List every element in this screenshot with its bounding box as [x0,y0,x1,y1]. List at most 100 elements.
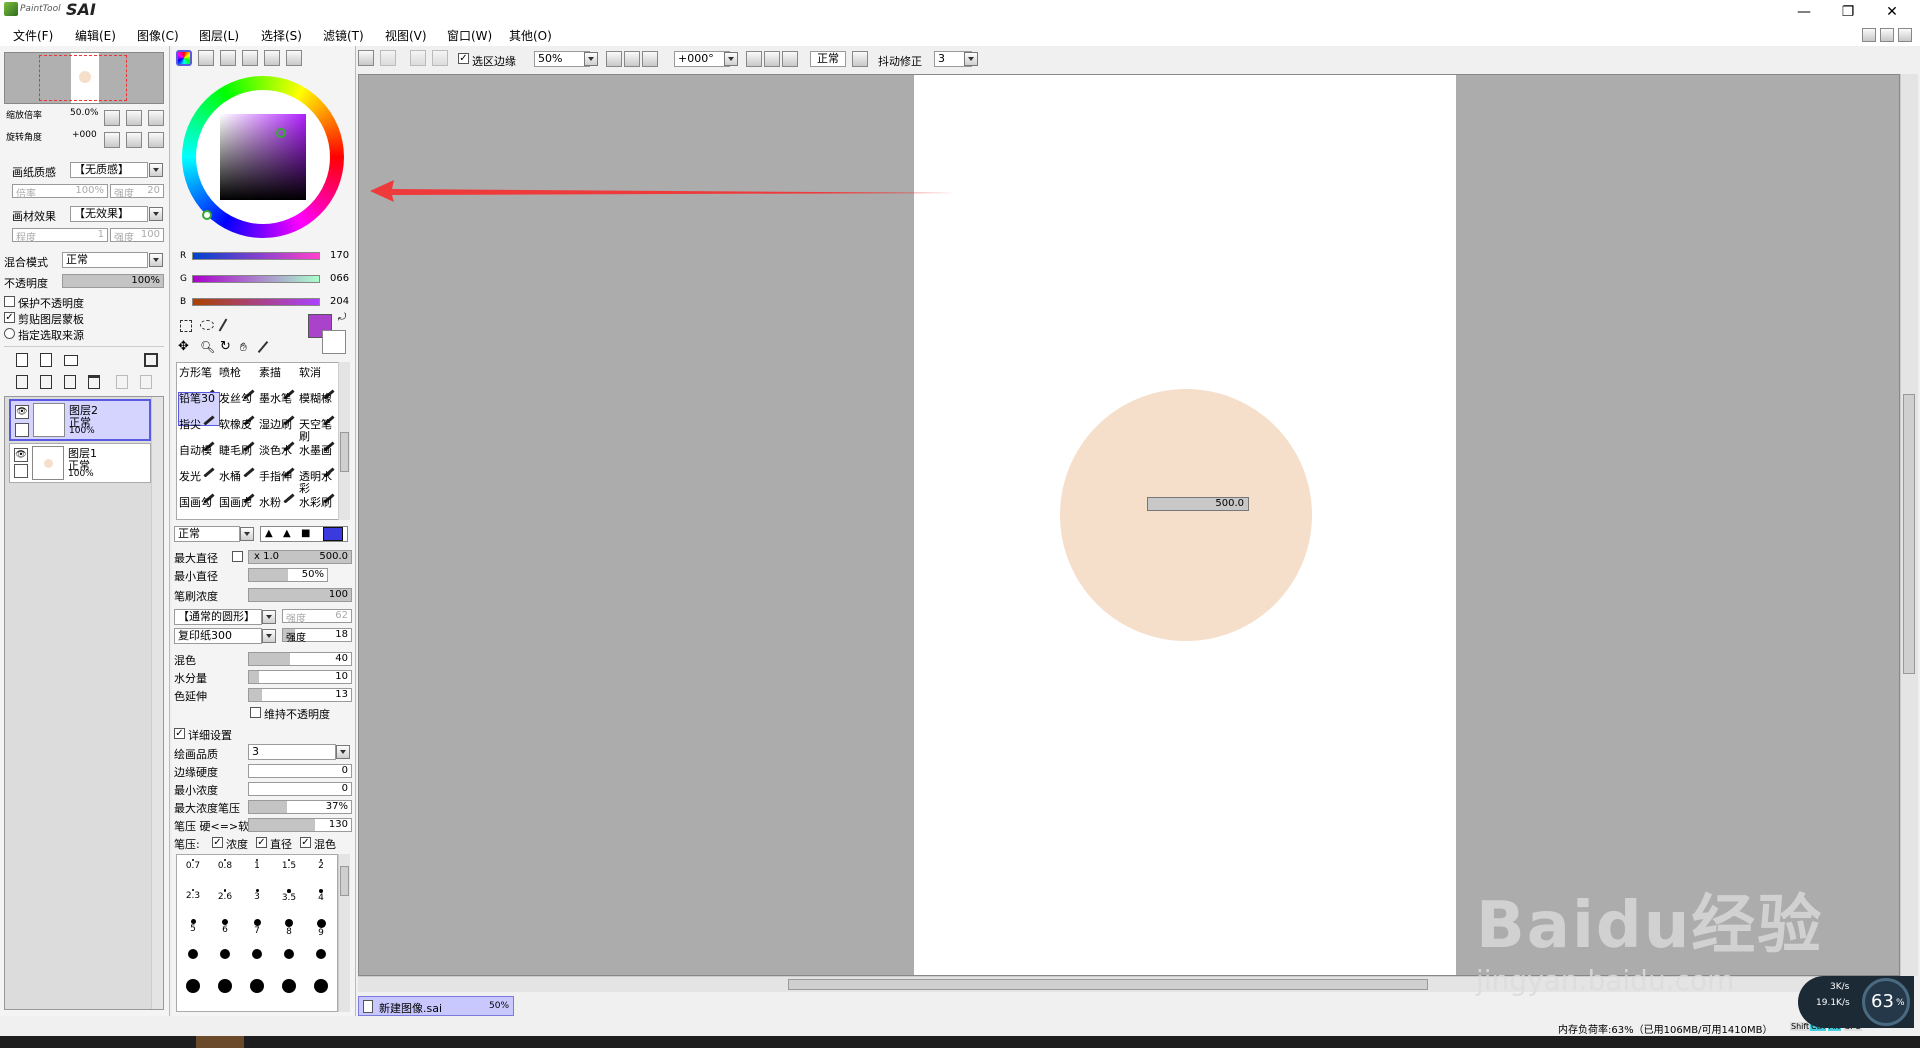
swatches-tab[interactable] [242,50,258,66]
shape-triangle-icon[interactable]: ▲ [265,528,273,539]
menu-select[interactable]: 选择(S) [261,27,302,44]
rotate-left-button[interactable] [104,132,120,148]
r-value[interactable]: 170 [330,250,349,261]
paper-texture-select[interactable]: 【无质感】 [70,162,148,178]
clip-group-checkbox[interactable]: ✓ [4,312,15,323]
layer-row[interactable]: 👁 图层1 正常 100% [9,443,151,483]
blend-slider[interactable]: 40 [248,652,352,666]
close-button[interactable]: ✕ [1872,2,1912,22]
eye-icon[interactable]: 👁 [15,405,29,419]
selection-source-radio[interactable] [4,328,15,339]
dot-size-cell[interactable] [177,949,209,973]
color-wheel-tab[interactable] [176,50,192,66]
dot-size-cell[interactable] [241,949,273,973]
dot-size-cell[interactable]: 5 [177,919,209,943]
eye-icon[interactable]: 👁 [14,448,28,462]
toolbar-zoom-reset-button[interactable] [642,51,658,67]
layer-list-scrollbar[interactable] [151,397,163,1009]
toolbar-zoom-in-button[interactable] [624,51,640,67]
brush-lock-icon[interactable] [14,464,28,478]
dot-size-cell[interactable]: 0.8 [209,859,241,883]
edge-hardness-slider[interactable]: 0 [248,764,352,778]
dot-size-scrollbar[interactable] [338,854,350,1012]
minimize-button[interactable]: — [1784,2,1824,22]
chevron-down-icon[interactable] [724,52,738,66]
min-size-slider[interactable]: 50% [248,568,328,582]
menu-other[interactable]: 其他(O) [509,27,552,44]
clear-layer-icon[interactable] [64,375,76,389]
quality-select[interactable]: 3 [248,744,336,760]
dot-size-cell[interactable]: 2.6 [209,889,241,913]
select-edge-checkbox[interactable]: ✓ [458,53,469,64]
dot-size-cell[interactable]: 4 [305,889,337,913]
rotate-cw-button[interactable] [764,51,780,67]
zoom-icon[interactable]: 🔍︎ [200,340,215,354]
dot-size-cell[interactable]: 2.3 [177,889,209,913]
merge-down-icon[interactable] [40,375,52,389]
zoom-in-button[interactable] [126,110,142,126]
chevron-down-icon[interactable] [262,629,276,643]
mdi-close-button[interactable] [1898,28,1912,42]
b-slider[interactable] [192,298,320,306]
dot-size-cell[interactable] [177,979,209,1003]
g-value[interactable]: 066 [330,273,349,284]
restore-button[interactable]: ❐ [1828,2,1868,22]
chevron-down-icon[interactable] [336,745,350,759]
hand-icon[interactable]: ✋︎ [240,340,254,354]
density-slider[interactable]: 100 [248,588,352,602]
dot-size-cell[interactable]: 6 [209,919,241,943]
rotate-reset-button[interactable] [782,51,798,67]
magic-wand-icon[interactable] [218,318,228,332]
b-value[interactable]: 204 [330,296,349,307]
chevron-down-icon[interactable] [584,52,598,66]
menu-filter[interactable]: 滤镜(T) [323,27,364,44]
mdi-minimize-button[interactable] [1862,28,1876,42]
dot-size-cell[interactable] [209,949,241,973]
brush-palette-scrollbar[interactable] [338,362,350,520]
lasso-icon[interactable] [200,320,214,330]
g-slider[interactable] [192,275,320,283]
shape-dome-icon[interactable]: ▲ [283,528,291,539]
menu-edit[interactable]: 编辑(E) [75,27,116,44]
brush-preset[interactable]: 水粉 [259,497,299,519]
zoom-out-button[interactable] [104,110,120,126]
angle-select[interactable]: +000° [674,51,730,67]
blend-mode-select[interactable]: 正常 [62,252,148,268]
dot-size-cell[interactable]: 1.5 [273,859,305,883]
zoom-value[interactable]: 50.0% [70,108,99,118]
chevron-down-icon[interactable] [262,610,276,624]
dot-size-cell[interactable] [209,979,241,1003]
shape-flat-icon[interactable]: ■ [301,528,310,539]
new-layer-icon[interactable] [16,353,28,367]
persistence-slider[interactable]: 13 [248,688,352,702]
rotate-ccw-button[interactable] [746,51,762,67]
pressure-size-checkbox[interactable]: ✓ [256,837,267,848]
scratchpad-tab[interactable] [264,50,280,66]
mask-icon[interactable] [144,353,158,367]
dot-size-cell[interactable]: 3 [241,889,273,913]
dot-size-cell[interactable] [273,979,305,1003]
rotate-right-button[interactable] [126,132,142,148]
document-tab[interactable]: 新建图像.sai 50% [358,996,514,1016]
rgb-slider-tab[interactable] [198,50,214,66]
r-slider[interactable] [192,252,320,260]
opacity-slider[interactable]: 100% [62,274,164,288]
canvas-page[interactable]: 500.0 [914,75,1456,975]
taskbar-item[interactable] [196,1036,244,1048]
dot-size-cell[interactable]: 0.7 [177,859,209,883]
zoom-reset-button[interactable] [148,110,164,126]
hardness-slider[interactable]: 130 [248,818,352,832]
canvas-vscroll[interactable] [1900,74,1918,976]
swap-colors-icon[interactable]: ⤾ [338,312,346,323]
max-size-checkbox[interactable] [232,551,243,562]
dot-size-cell[interactable]: 3.5 [273,889,305,913]
menu-view[interactable]: 视图(V) [385,27,427,44]
pressure-density-checkbox[interactable]: ✓ [212,837,223,848]
menu-window[interactable]: 窗口(W) [447,27,492,44]
layer-row[interactable]: 👁 图层2 正常 100% [9,399,151,441]
view-mode-field[interactable]: 正常 [810,51,846,67]
shape-square-icon[interactable] [323,527,343,541]
undo-button[interactable] [358,50,374,66]
dot-size-cell[interactable] [241,979,273,1003]
brush-lock-icon[interactable] [15,423,29,437]
